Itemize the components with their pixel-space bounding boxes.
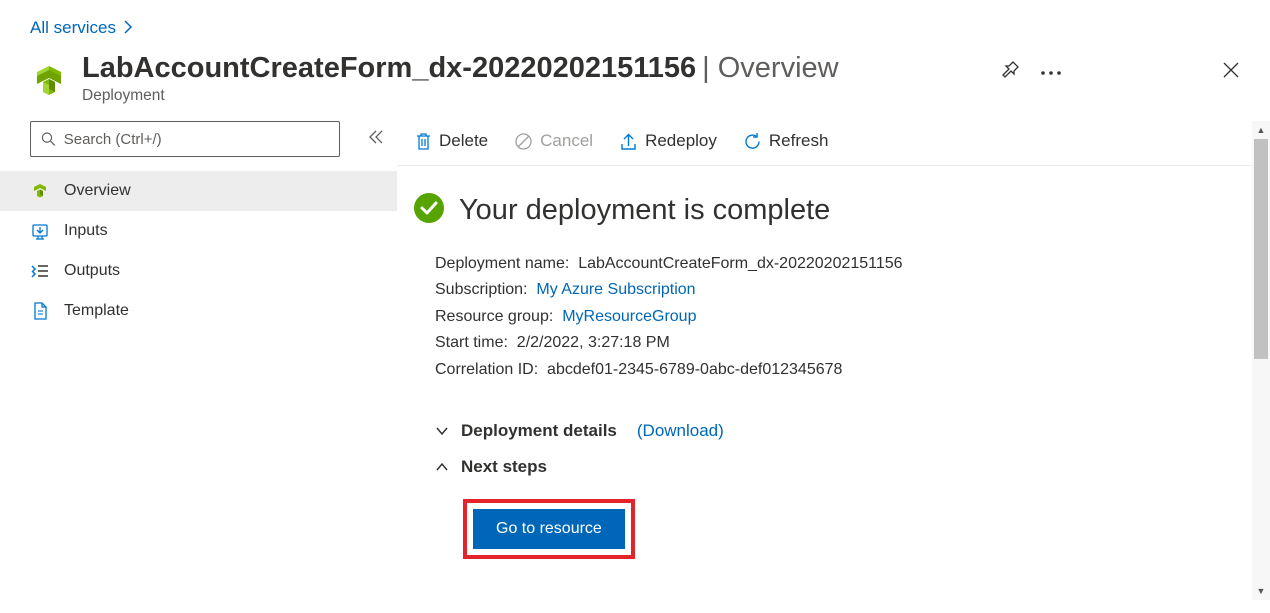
sidebar-item-label: Inputs (64, 222, 108, 240)
redeploy-icon (619, 132, 638, 151)
sidebar-item-outputs[interactable]: Outputs (0, 251, 397, 291)
go-to-resource-highlight: Go to resource (463, 499, 635, 559)
next-steps-toggle[interactable]: Next steps (413, 449, 1246, 485)
deployment-status-title: Your deployment is complete (459, 194, 830, 227)
cancel-button: Cancel (514, 131, 593, 151)
scrollbar-down-icon[interactable]: ▼ (1252, 582, 1270, 600)
download-link[interactable]: (Download) (637, 421, 724, 441)
toolbar: Delete Cancel Redeploy Refresh (397, 121, 1262, 166)
sidebar-item-template[interactable]: Template (0, 291, 397, 331)
breadcrumb: All services (0, 0, 1270, 52)
title-main: LabAccountCreateForm_dx-20220202151156 (82, 52, 696, 85)
delete-icon (415, 132, 432, 151)
chevron-down-icon (435, 421, 449, 441)
sidebar: Overview Inputs Outputs Template (0, 121, 397, 600)
deployment-details-toggle[interactable]: Deployment details (Download) (413, 413, 1246, 449)
cancel-label: Cancel (540, 131, 593, 151)
title-suffix: | Overview (702, 52, 838, 85)
scrollbar-thumb[interactable] (1254, 139, 1268, 359)
redeploy-button[interactable]: Redeploy (619, 131, 717, 151)
search-field[interactable] (64, 131, 329, 148)
inputs-icon (30, 222, 50, 240)
start-time-value: 2/2/2022, 3:27:18 PM (517, 330, 670, 356)
cancel-icon (514, 132, 533, 151)
refresh-button[interactable]: Refresh (743, 131, 829, 151)
deployment-name-label: Deployment name: (435, 251, 578, 277)
page-title: LabAccountCreateForm_dx-20220202151156 |… (82, 52, 987, 85)
close-icon[interactable] (1222, 61, 1240, 84)
start-time-label: Start time: (435, 330, 517, 356)
delete-button[interactable]: Delete (415, 131, 488, 151)
correlation-id-label: Correlation ID: (435, 357, 547, 383)
overview-icon (30, 182, 50, 200)
redeploy-label: Redeploy (645, 131, 717, 151)
next-steps-label: Next steps (461, 457, 547, 477)
outputs-icon (30, 263, 50, 279)
scrollbar-up-icon[interactable]: ▲ (1252, 121, 1270, 139)
correlation-id-value: abcdef01-2345-6789-0abc-def012345678 (547, 357, 842, 383)
subscription-label: Subscription: (435, 277, 536, 303)
resource-group-link[interactable]: MyResourceGroup (562, 304, 696, 330)
sidebar-item-overview[interactable]: Overview (0, 171, 397, 211)
deployment-details-label: Deployment details (461, 421, 617, 441)
success-check-icon (413, 192, 445, 229)
scrollbar[interactable]: ▲ ▼ (1252, 121, 1270, 600)
deployment-resource-icon (30, 62, 68, 105)
deployment-name-value: LabAccountCreateForm_dx-20220202151156 (578, 251, 902, 277)
search-icon (41, 131, 56, 147)
deployment-details-block: Deployment name: LabAccountCreateForm_dx… (413, 251, 1246, 383)
delete-label: Delete (439, 131, 488, 151)
sidebar-item-inputs[interactable]: Inputs (0, 211, 397, 251)
chevron-up-icon (435, 457, 449, 477)
more-icon[interactable] (1040, 63, 1062, 81)
refresh-icon (743, 132, 762, 151)
sidebar-item-label: Outputs (64, 262, 120, 280)
pin-icon[interactable] (1001, 60, 1020, 84)
sidebar-item-label: Template (64, 302, 129, 320)
page-subtitle: Deployment (82, 87, 987, 105)
main-content: Delete Cancel Redeploy Refresh Your depl… (397, 121, 1270, 600)
go-to-resource-button[interactable]: Go to resource (473, 509, 625, 549)
page-header: LabAccountCreateForm_dx-20220202151156 |… (0, 52, 1270, 121)
chevron-right-icon (124, 20, 133, 37)
resource-group-label: Resource group: (435, 304, 562, 330)
breadcrumb-root[interactable]: All services (30, 18, 116, 38)
sidebar-item-label: Overview (64, 182, 131, 200)
template-icon (30, 302, 50, 320)
subscription-link[interactable]: My Azure Subscription (536, 277, 695, 303)
collapse-sidebar-icon[interactable] (368, 130, 384, 149)
search-input[interactable] (30, 121, 340, 157)
refresh-label: Refresh (769, 131, 829, 151)
